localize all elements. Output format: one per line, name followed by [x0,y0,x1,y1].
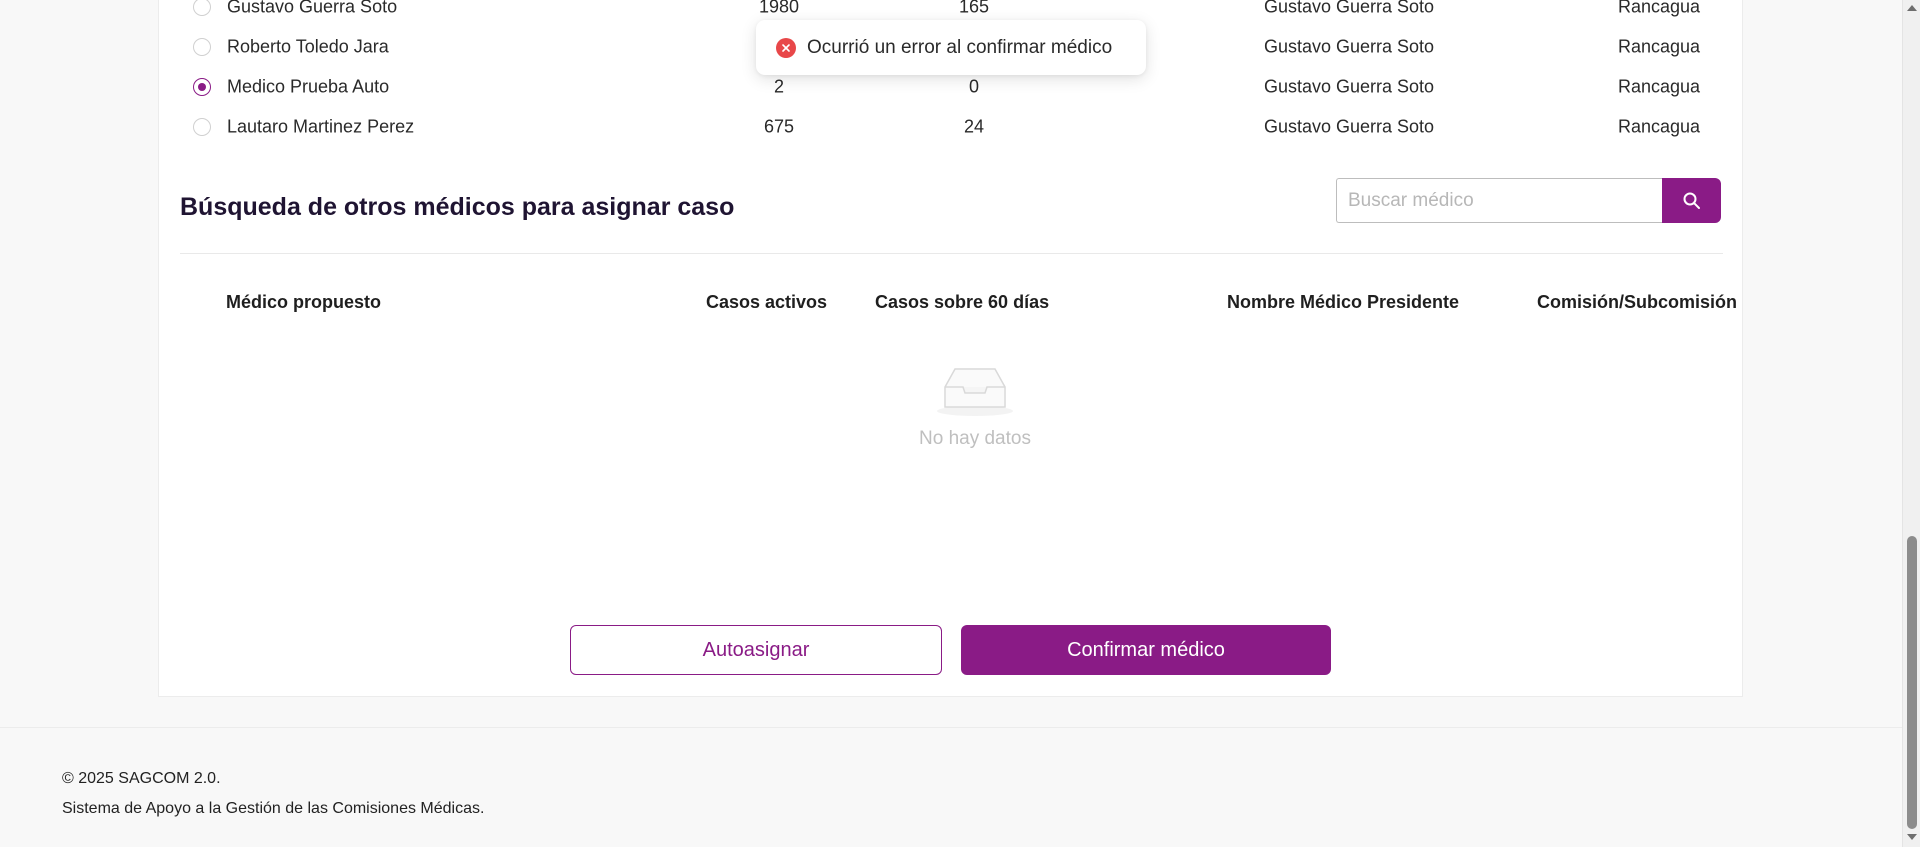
table-header: Médico propuesto Casos activos Casos sob… [159,286,1742,318]
table-row[interactable]: Lautaro Martinez Perez 675 24 Gustavo Gu… [159,107,1742,147]
commission: Rancagua [1617,36,1701,57]
active-cases: 1980 [758,0,800,17]
empty-text: No hay datos [919,428,1031,449]
toast-message: Ocurrió un error al confirmar médico [807,36,1113,58]
scroll-down-icon[interactable] [1907,834,1917,840]
inbox-icon [937,368,1013,416]
doctor-search [1336,178,1721,223]
row-radio[interactable] [193,118,211,136]
page: Gustavo Guerra Soto 1980 165 Gustavo Gue… [0,0,1902,847]
row-radio[interactable] [193,0,211,16]
header-commission: Comisión/Subcomisión [1537,292,1738,312]
cases-over-60: 0 [968,76,979,97]
doctor-name: Gustavo Guerra Soto [227,0,398,17]
footer: © 2025 SAGCOM 2.0. Sistema de Apoyo a la… [62,764,484,824]
assignment-card: Gustavo Guerra Soto 1980 165 Gustavo Gue… [158,0,1743,697]
row-radio[interactable] [193,78,211,96]
doctor-name: Medico Prueba Auto [227,76,390,97]
commission: Rancagua [1617,116,1701,137]
footer-copyright: © 2025 SAGCOM 2.0. [62,770,221,787]
footer-subtitle: Sistema de Apoyo a la Gestión de las Com… [62,800,485,817]
header-president: Nombre Médico Presidente [1227,292,1460,312]
search-icon [1683,192,1700,209]
president-name: Gustavo Guerra Soto [1263,36,1435,57]
scroll-thumb[interactable] [1907,536,1917,829]
error-toast: Ocurrió un error al confirmar médico [756,20,1146,75]
header-doctor: Médico propuesto [226,292,382,312]
active-cases: 2 [773,76,784,97]
cases-over-60: 24 [963,116,985,137]
search-button[interactable] [1662,178,1721,223]
search-input[interactable] [1336,178,1663,223]
confirm-doctor-button[interactable]: Confirmar médico [961,625,1331,675]
header-active-cases: Casos activos [706,292,828,312]
row-radio[interactable] [193,38,211,56]
active-cases: 675 [763,116,795,137]
vertical-scrollbar[interactable] [1902,0,1920,847]
president-name: Gustavo Guerra Soto [1263,76,1435,97]
commission: Rancagua [1617,76,1701,97]
error-circle-icon [776,37,796,58]
doctor-name: Roberto Toledo Jara [227,36,389,57]
doctor-name: Lautaro Martinez Perez [227,116,415,137]
cases-over-60: 165 [958,0,990,17]
president-name: Gustavo Guerra Soto [1263,116,1435,137]
president-name: Gustavo Guerra Soto [1263,0,1435,17]
section-title: Búsqueda de otros médicos para asignar c… [180,193,735,221]
commission: Rancagua [1617,0,1701,17]
empty-state: No hay datos [895,365,1055,450]
divider [180,253,1723,254]
header-cases-over-60: Casos sobre 60 días [875,292,1050,312]
autoassign-button[interactable]: Autoasignar [570,625,942,675]
scroll-up-icon[interactable] [1907,5,1917,11]
footer-divider [0,727,1902,728]
